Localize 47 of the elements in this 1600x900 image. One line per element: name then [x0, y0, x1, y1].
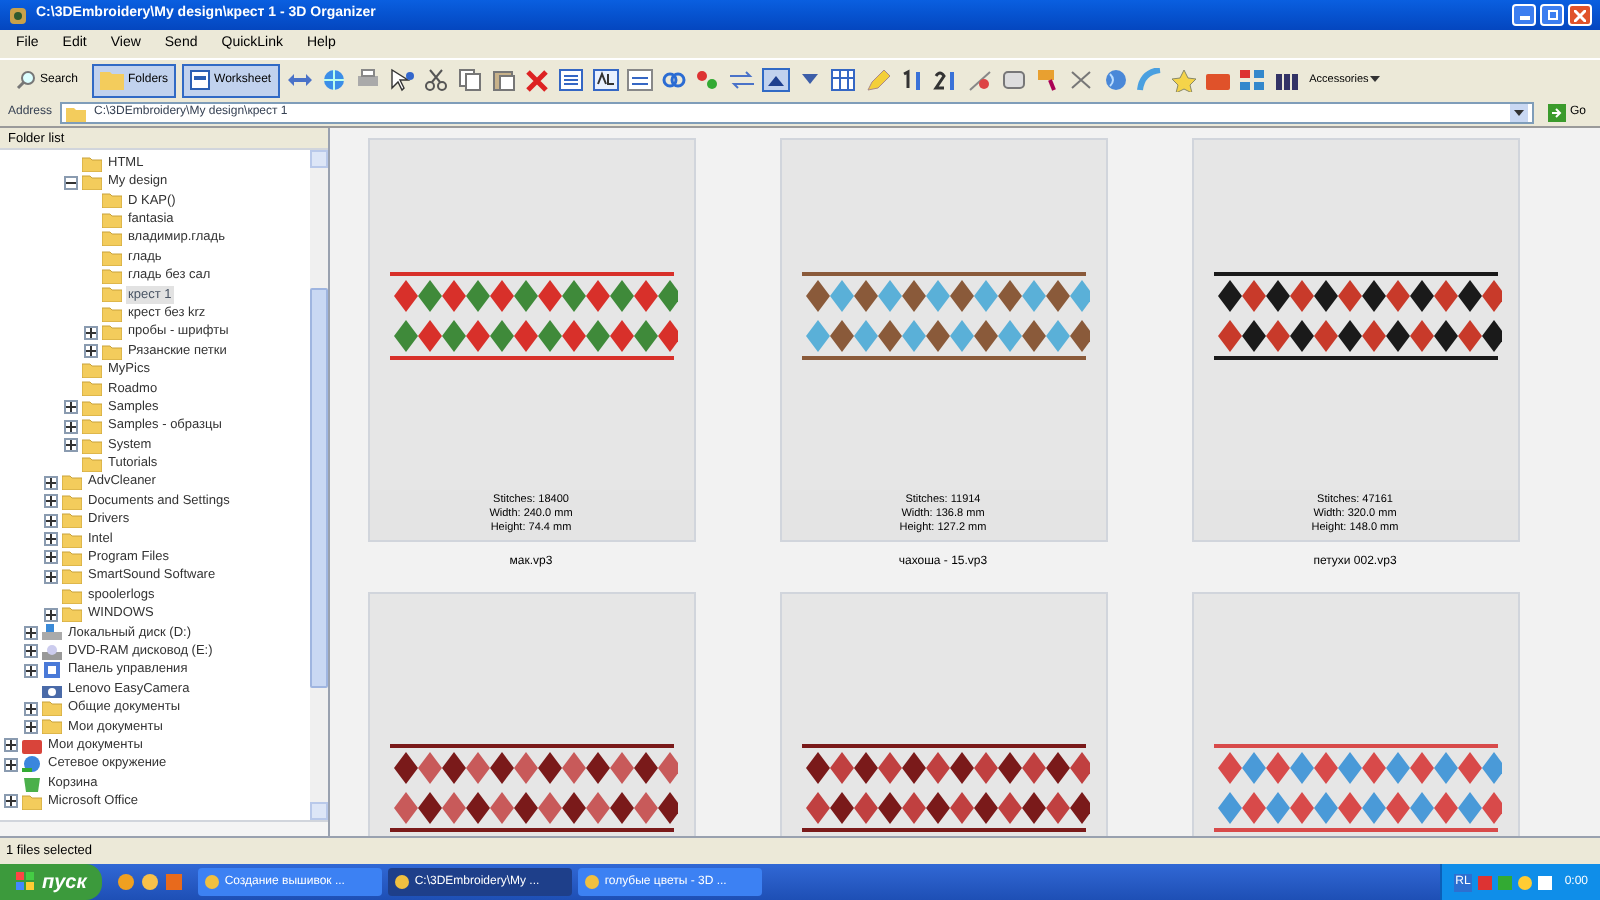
globe-icon[interactable] [319, 68, 348, 92]
app-icon [394, 874, 411, 890]
star-icon[interactable] [1169, 68, 1198, 92]
windows-logo-icon [16, 872, 36, 892]
link-rings-icon[interactable] [659, 68, 688, 92]
close-icon [1574, 9, 1586, 21]
grid-arrows-icon[interactable] [1237, 68, 1266, 92]
globe-icon[interactable] [1101, 68, 1130, 92]
maximize-button[interactable] [1540, 4, 1564, 26]
dropdown-arrow-icon[interactable] [1509, 104, 1528, 122]
color-dots-icon[interactable] [693, 68, 722, 92]
folder-icon [66, 105, 87, 121]
app-icon [584, 874, 601, 890]
toolbox-icon[interactable] [1203, 68, 1232, 92]
drive-icon [42, 624, 62, 641]
copy-icon[interactable] [455, 68, 484, 92]
swap-arrows-icon[interactable] [727, 68, 756, 92]
control-panel-icon [42, 662, 62, 679]
sort-second-icon[interactable] [931, 68, 960, 92]
close-button[interactable] [1568, 4, 1592, 26]
grid-view-icon[interactable] [829, 68, 858, 92]
folder-icon [100, 70, 125, 90]
brush-icon[interactable] [1033, 68, 1062, 92]
search-icon [16, 70, 36, 90]
start-button[interactable]: пуск [0, 864, 103, 900]
caret-icon [1370, 76, 1381, 84]
pointer-help-icon[interactable] [387, 68, 416, 92]
list-view-icon[interactable] [557, 68, 586, 92]
horizontal-scrollbar[interactable] [0, 820, 328, 836]
scrollbar[interactable] [310, 150, 328, 820]
number-list-icon[interactable] [625, 68, 654, 92]
text-abc-icon[interactable] [591, 68, 620, 92]
arrow-icon [1547, 104, 1566, 122]
sort-up-icon[interactable] [761, 68, 790, 92]
folder-icon [22, 793, 42, 810]
worksheet-icon [190, 70, 211, 90]
recycle-bin-icon [22, 775, 42, 792]
disc-drive-icon [42, 643, 62, 660]
paste-icon[interactable] [489, 68, 518, 92]
camera-icon [42, 681, 62, 698]
documents-icon [22, 737, 42, 754]
network-icon [22, 756, 42, 773]
app-icon [8, 5, 28, 25]
double-arrow-icon[interactable] [285, 68, 314, 92]
delete-icon[interactable] [523, 68, 552, 92]
app-icon [204, 874, 221, 890]
minimize-button[interactable] [1512, 4, 1536, 26]
